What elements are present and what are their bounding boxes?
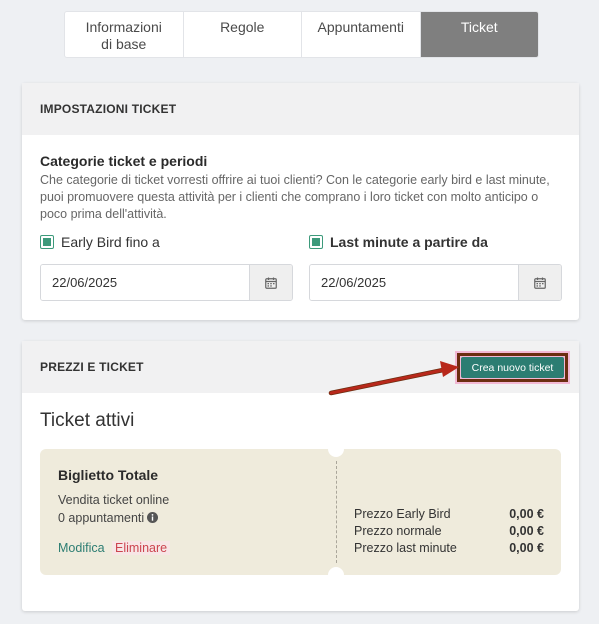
ticket-name: Biglietto Totale (58, 467, 159, 483)
last-minute-checkbox[interactable] (309, 235, 323, 249)
price-row-last-minute: Prezzo last minute 0,00 € (354, 541, 544, 555)
tab-ticket[interactable]: Ticket (420, 12, 538, 57)
early-bird-date-input[interactable] (41, 265, 249, 300)
categories-title: Categorie ticket e periodi (40, 153, 208, 169)
last-minute-date-input[interactable] (310, 265, 518, 300)
last-minute-label: Last minute a partire da (330, 234, 488, 250)
edit-ticket-link[interactable]: Modifica (58, 541, 105, 555)
price-normal-value: 0,00 € (509, 524, 544, 538)
delete-ticket-link[interactable]: Eliminare (112, 541, 171, 555)
price-last-minute-label: Prezzo last minute (354, 541, 457, 555)
check-mark-icon (312, 238, 320, 246)
price-normal-label: Prezzo normale (354, 524, 442, 538)
early-bird-label: Early Bird fino a (61, 234, 160, 250)
annotation-box: Crea nuovo ticket (457, 353, 568, 382)
create-ticket-button[interactable]: Crea nuovo ticket (461, 357, 564, 378)
ticket-perforation (336, 461, 337, 563)
ticket-notch-bottom (328, 567, 344, 583)
active-tickets-title: Ticket attivi (40, 410, 135, 431)
price-early-bird-label: Prezzo Early Bird (354, 507, 451, 521)
ticket-settings-header: IMPOSTAZIONI TICKET (22, 83, 579, 135)
tab-basic-info[interactable]: Informazioni di base (65, 12, 184, 57)
price-early-bird-value: 0,00 € (509, 507, 544, 521)
price-row-normal: Prezzo normale 0,00 € (354, 524, 544, 538)
last-minute-option: Last minute a partire da (309, 234, 488, 250)
last-minute-date-field (309, 264, 562, 301)
early-bird-calendar-button[interactable] (249, 265, 292, 300)
tab-bar: Informazioni di base Regole Appuntamenti… (64, 11, 539, 58)
last-minute-calendar-button[interactable] (518, 265, 561, 300)
price-row-early-bird: Prezzo Early Bird 0,00 € (354, 507, 544, 521)
categories-description: Che categorie di ticket vorresti offrire… (40, 173, 550, 221)
ticket-appointments: 0 appuntamenti (58, 511, 159, 525)
info-icon[interactable] (147, 512, 159, 523)
create-ticket-highlight: Crea nuovo ticket (455, 351, 570, 384)
price-last-minute-value: 0,00 € (509, 541, 544, 555)
ticket-sale-type: Vendita ticket online (58, 493, 170, 507)
early-bird-date-field (40, 264, 293, 301)
check-mark-icon (43, 238, 51, 246)
early-bird-option: Early Bird fino a (40, 234, 160, 250)
ticket-notch-top (328, 441, 344, 457)
ticket-settings-card: IMPOSTAZIONI TICKET Categorie ticket e p… (22, 83, 579, 320)
tab-rules[interactable]: Regole (184, 12, 302, 57)
prices-tickets-card: PREZZI E TICKET Crea nuovo ticket Ticket… (22, 341, 579, 611)
ticket-appointments-text: 0 appuntamenti (58, 511, 145, 525)
calendar-icon (265, 277, 277, 289)
early-bird-checkbox[interactable] (40, 235, 54, 249)
calendar-icon (534, 277, 546, 289)
tab-appointments[interactable]: Appuntamenti (302, 12, 421, 57)
ticket-card: Biglietto Totale Vendita ticket online 0… (40, 441, 561, 583)
